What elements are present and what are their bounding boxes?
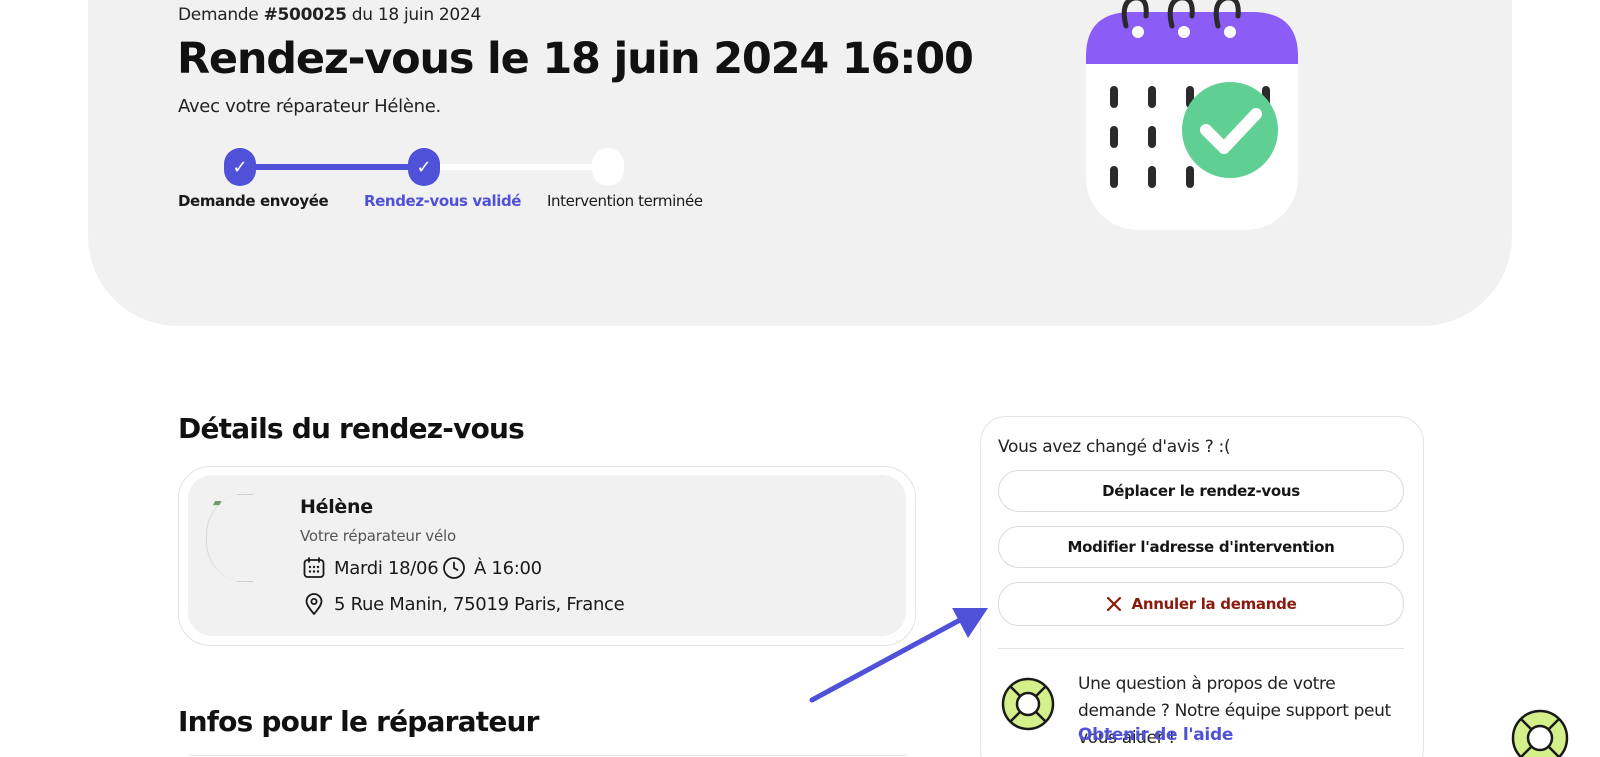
details-heading: Détails du rendez-vous xyxy=(178,412,525,445)
check-icon: ✓ xyxy=(416,156,432,178)
location-pin-icon xyxy=(305,593,323,615)
repairer-role: Votre réparateur vélo xyxy=(300,527,456,545)
infos-heading: Infos pour le réparateur xyxy=(178,705,539,738)
panel-title: Vous avez changé d'avis ? :( xyxy=(998,437,1231,457)
calendar-small-icon xyxy=(303,557,325,578)
check-icon: ✓ xyxy=(232,156,248,178)
move-appointment-button[interactable]: Déplacer le rendez-vous xyxy=(998,470,1404,512)
avatar-edge xyxy=(237,581,253,582)
page-subtitle: Avec votre réparateur Hélène. xyxy=(178,96,441,117)
appointment-date: Mardi 18/06 xyxy=(302,556,439,580)
clock-icon xyxy=(443,557,465,579)
step-node-3 xyxy=(592,148,624,186)
appointment-address: 5 Rue Manin, 75019 Paris, France xyxy=(302,592,625,616)
step-label-sent: Demande envoyée xyxy=(178,192,329,210)
cancel-label: Annuler la demande xyxy=(1131,595,1297,613)
request-id: #500025 xyxy=(263,5,347,25)
lifebuoy-icon xyxy=(1001,677,1055,731)
appointment-time: À 16:00 xyxy=(442,556,542,580)
avatar-edge xyxy=(237,494,253,495)
support-lifebuoy-icon[interactable] xyxy=(1510,708,1570,757)
request-meta: Demande #500025 du 18 juin 2024 xyxy=(178,5,481,25)
get-help-link[interactable]: Obtenir de l'aide xyxy=(1078,725,1233,745)
step-node-2: ✓ xyxy=(408,148,440,186)
avatar: ▰ xyxy=(206,494,282,582)
cancel-request-button[interactable]: Annuler la demande xyxy=(998,582,1404,626)
progress-track-todo xyxy=(434,164,614,170)
step-node-1: ✓ xyxy=(224,148,256,186)
close-icon xyxy=(1106,596,1122,612)
arrow-annotation xyxy=(809,608,988,703)
progress-stepper: ✓ ✓ Demande envoyée Rendez-vous validé I… xyxy=(178,148,703,218)
progress-track-done xyxy=(244,164,434,170)
calendar-check-icon xyxy=(1086,0,1298,230)
panel-divider xyxy=(998,648,1404,649)
page-title: Rendez-vous le 18 juin 2024 16:00 xyxy=(177,34,974,84)
step-label-done: Intervention terminée xyxy=(547,192,703,210)
broken-image-icon: ▰ xyxy=(213,496,222,509)
step-label-validated: Rendez-vous validé xyxy=(364,192,522,210)
edit-address-button[interactable]: Modifier l'adresse d'intervention xyxy=(998,526,1404,568)
repairer-name: Hélène xyxy=(300,496,373,518)
